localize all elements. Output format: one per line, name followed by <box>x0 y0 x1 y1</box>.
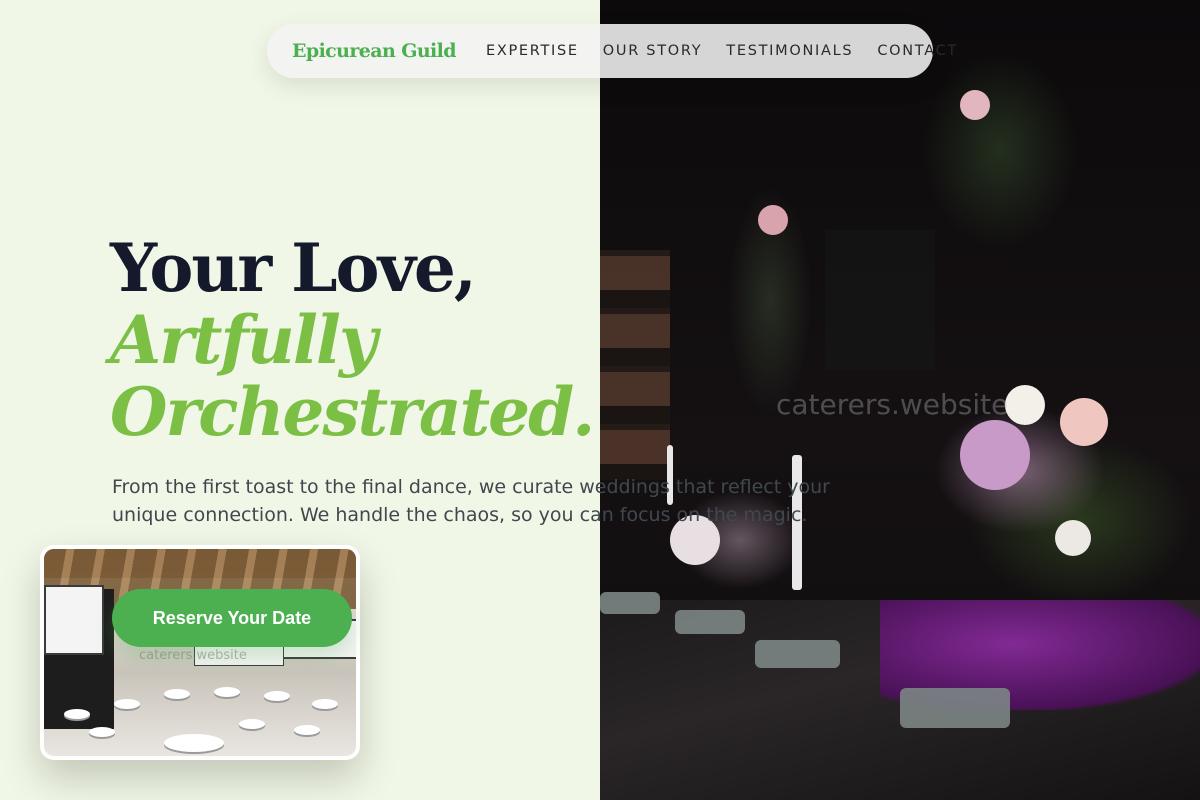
hanging-flower <box>960 90 990 120</box>
rose-flower <box>1060 398 1108 446</box>
photo-watermark: caterers.website <box>776 388 1009 421</box>
banquet-table <box>312 699 338 709</box>
hero-title-line-2: Artfully <box>110 301 377 379</box>
napkin <box>900 688 1010 728</box>
hero-description: From the first toast to the final dance,… <box>112 476 830 526</box>
hero-title-line-3: Orchestrated. <box>110 373 595 451</box>
napkin <box>600 592 660 614</box>
venue-watermark: caterers.website <box>139 648 247 663</box>
reserve-date-button[interactable]: Reserve Your Date <box>112 589 352 647</box>
venue-image-card: caterers.website <box>40 545 360 760</box>
napkin <box>675 610 745 634</box>
banquet-table <box>239 719 265 729</box>
bar-shelf <box>600 250 670 480</box>
brand-logo[interactable]: Epicurean Guild <box>292 40 457 62</box>
projection-screen <box>44 585 104 655</box>
banquet-table <box>114 699 140 709</box>
venue-hall-image: caterers.website <box>44 549 356 756</box>
banquet-table <box>214 687 240 697</box>
dahlia-flower <box>960 420 1030 490</box>
nav-link-testimonials[interactable]: TESTIMONIALS <box>726 43 853 59</box>
napkin <box>755 640 840 668</box>
banquet-table <box>164 734 224 752</box>
nav-link-our-story[interactable]: OUR STORY <box>603 43 703 59</box>
banquet-table <box>264 691 290 701</box>
hero-title: Your Love, Artfully Orchestrated. <box>110 229 595 451</box>
banquet-table <box>164 689 190 699</box>
top-navigation: Epicurean Guild EXPERTISE OUR STORY TEST… <box>267 24 956 78</box>
banquet-table <box>64 709 90 719</box>
white-flower <box>1055 520 1091 556</box>
chalkboard <box>825 230 935 370</box>
nav-link-contact[interactable]: CONTACT <box>877 43 958 59</box>
hero-photo: caterers.website <box>600 0 1200 800</box>
hanging-flower <box>758 205 788 235</box>
hero-title-line-1: Your Love, <box>110 229 477 307</box>
banquet-table <box>89 727 115 737</box>
banquet-table <box>294 725 320 735</box>
white-rose-flower <box>1005 385 1045 425</box>
nav-link-expertise[interactable]: EXPERTISE <box>486 43 579 59</box>
